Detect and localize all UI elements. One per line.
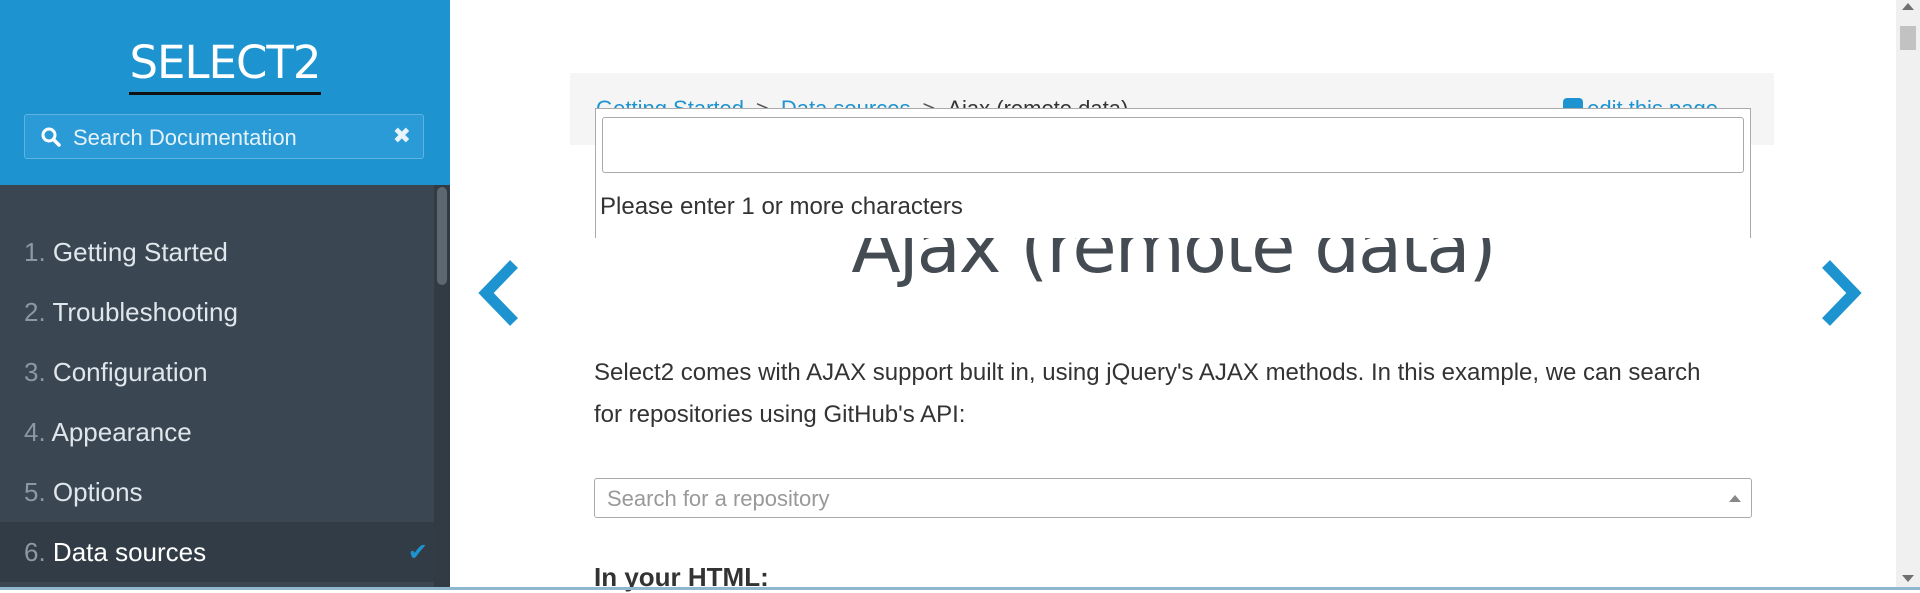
dropdown-search-input[interactable] [602, 117, 1744, 173]
sidebar-item-getting-started[interactable]: 1. Getting Started [0, 222, 450, 282]
sidebar-scrollbar[interactable] [434, 185, 450, 588]
sidebar-item-label: Appearance [51, 417, 192, 447]
logo[interactable]: SELECT2 [0, 34, 450, 95]
sidebar-item-label: Getting Started [52, 237, 228, 267]
sidebar-item-data-sources[interactable]: 6. Data sources ✔ [0, 522, 450, 582]
sidebar-header: SELECT2 ✖ [0, 0, 450, 185]
sidebar-item-troubleshooting[interactable]: 2. Troubleshooting [0, 282, 450, 342]
sidebar-item-label: Data sources [52, 537, 207, 567]
repository-select[interactable]: Search for a repository [594, 478, 1752, 518]
main-content: Getting Started>Data sources>Ajax (remot… [450, 0, 1896, 592]
sidebar-item-number: 5. [24, 477, 46, 507]
sidebar-item-number: 1. [24, 237, 46, 267]
next-page-arrow-icon[interactable] [1814, 258, 1864, 328]
logo-text[interactable]: SELECT2 [129, 34, 322, 95]
sidebar-nav: 1. Getting Started 2. Troubleshooting 3.… [0, 222, 450, 582]
dropdown-message: Please enter 1 or more characters [600, 193, 963, 220]
intro-paragraph: Select2 comes with AJAX support built in… [594, 359, 1701, 428]
sidebar-item-configuration[interactable]: 3. Configuration [0, 342, 450, 402]
scroll-down-icon[interactable] [1902, 575, 1914, 582]
search-icon [41, 127, 61, 147]
sidebar-item-number: 2. [24, 297, 46, 327]
sidebar-item-appearance[interactable]: 4. Appearance [0, 402, 450, 462]
sidebar-item-options[interactable]: 5. Options [0, 462, 450, 522]
select-placeholder: Search for a repository [607, 486, 830, 511]
sidebar-item-label: Options [52, 477, 143, 507]
page-scrollbar[interactable] [1896, 0, 1920, 588]
sidebar-item-label: Troubleshooting [52, 297, 238, 327]
sidebar-item-number: 4. [24, 417, 46, 447]
clear-search-icon[interactable]: ✖ [393, 125, 411, 149]
select-dropdown: Please enter 1 or more characters [595, 108, 1751, 238]
doc-search-input[interactable] [71, 115, 375, 160]
sidebar-item-label: Configuration [52, 357, 208, 387]
doc-search-box: ✖ [24, 114, 424, 160]
sidebar-scrollbar-thumb[interactable] [437, 187, 447, 285]
scroll-up-icon[interactable] [1902, 3, 1914, 10]
arrow-up-icon [1729, 495, 1741, 502]
previous-page-arrow-icon[interactable] [476, 258, 526, 328]
page-scrollbar-thumb[interactable] [1900, 26, 1916, 50]
sidebar-item-number: 3. [24, 357, 46, 387]
sidebar-item-number: 6. [24, 537, 46, 567]
sidebar: SELECT2 ✖ 1. Getting Started 2. Troubles… [0, 0, 450, 588]
check-icon: ✔ [407, 538, 428, 566]
